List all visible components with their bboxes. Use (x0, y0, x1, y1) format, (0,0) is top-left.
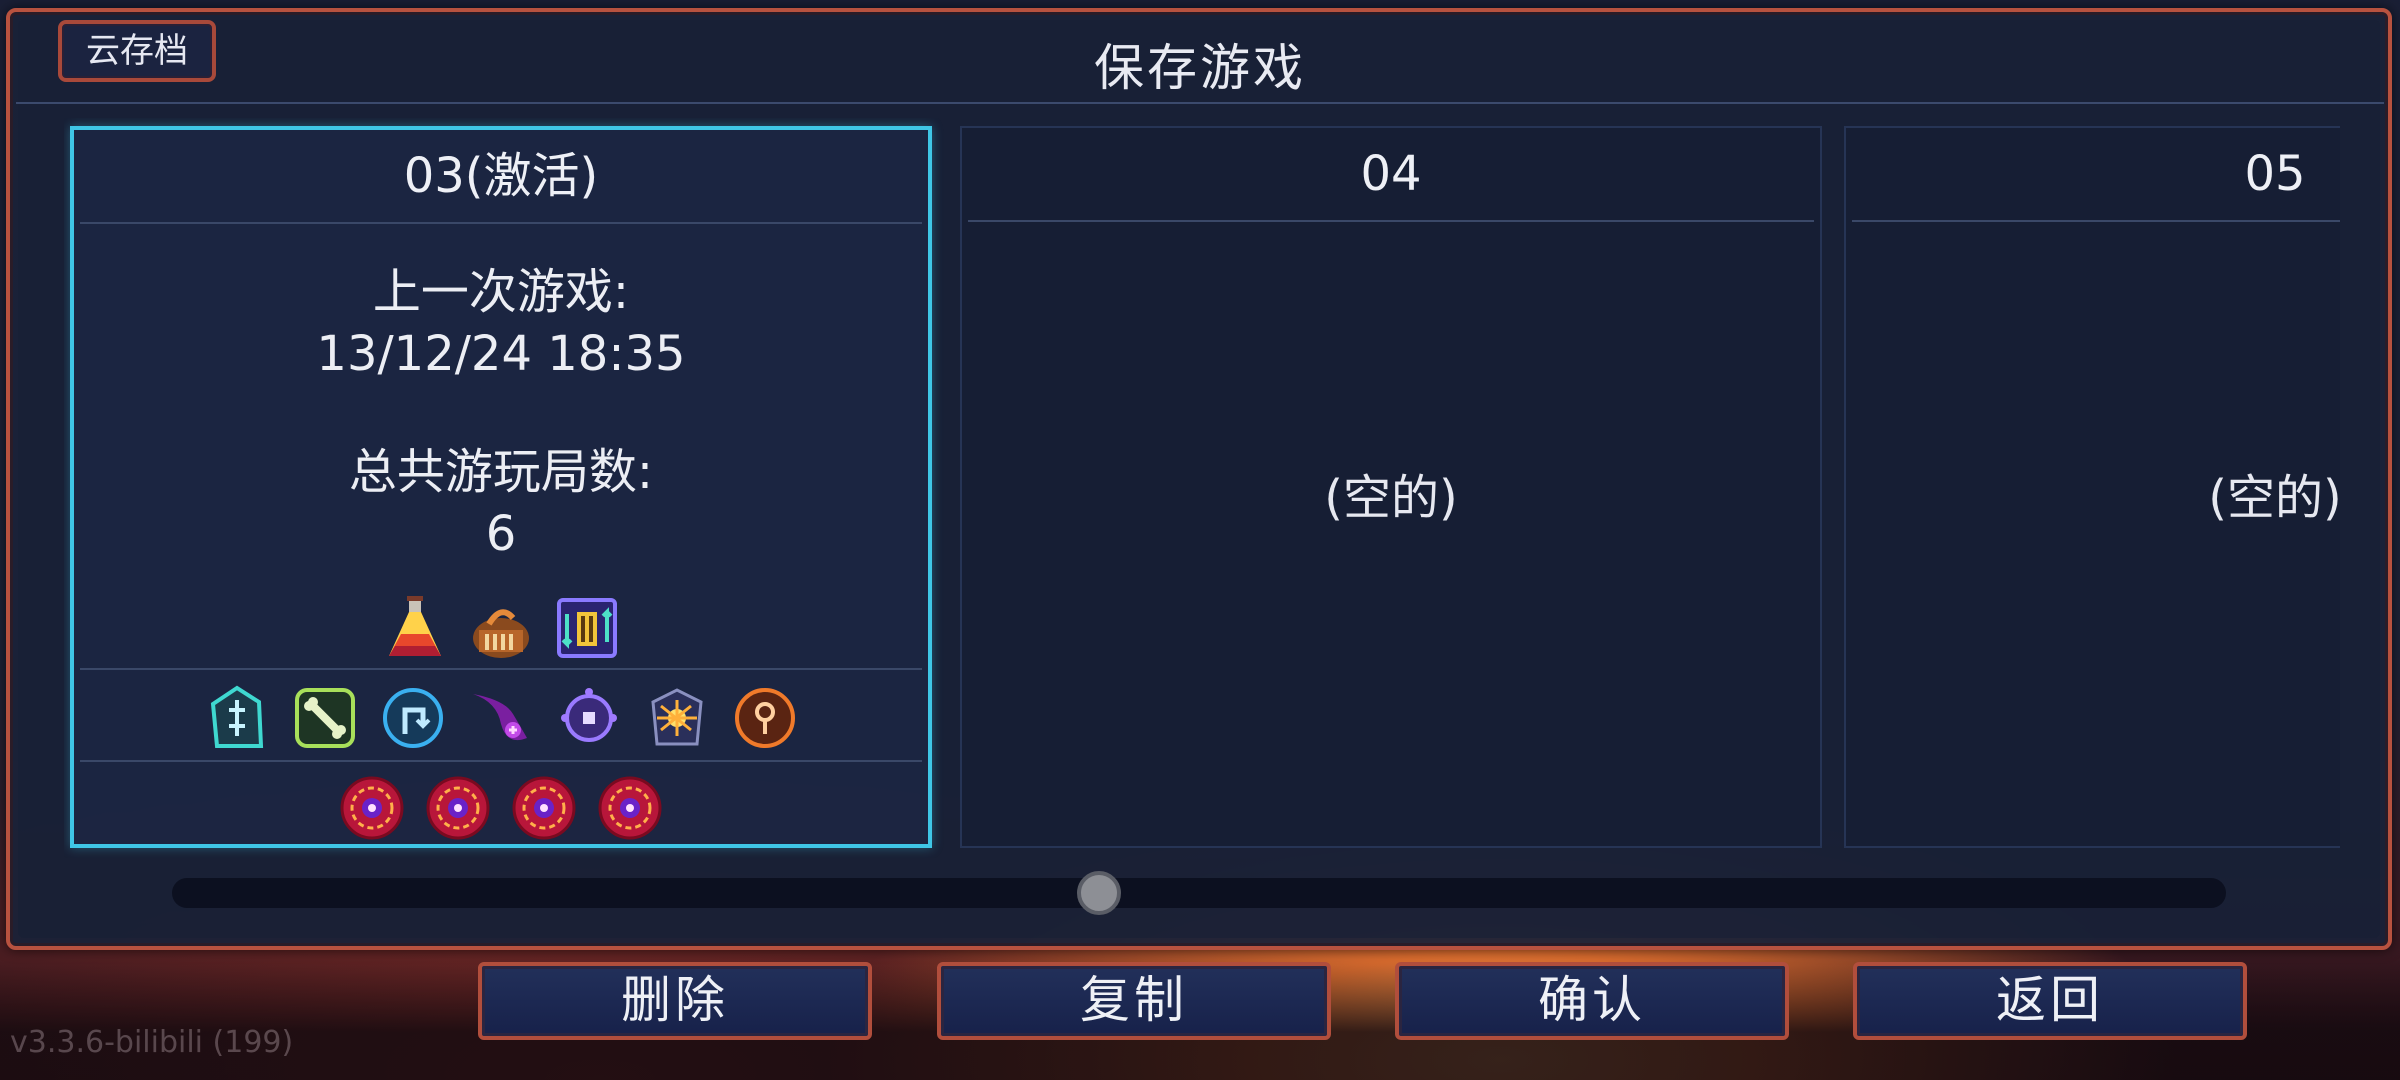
items-divider (80, 668, 922, 670)
mutation-icon-row (74, 684, 928, 752)
teal-rune-icon (203, 684, 271, 752)
last-played-value: 13/12/24 18:35 (316, 326, 686, 382)
delete-button[interactable]: 删除 (478, 962, 872, 1040)
total-runs-value: 6 (485, 506, 517, 562)
confirm-button[interactable]: 确认 (1395, 962, 1789, 1040)
slot-title: 03(激活) (403, 148, 599, 204)
slot-title-divider (968, 220, 1814, 222)
last-played-label: 上一次游戏: (372, 264, 630, 320)
eye-orb-icon (555, 684, 623, 752)
slot-title: 05 (2244, 146, 2306, 202)
boss-cell-icon (596, 774, 664, 842)
save-slot-05[interactable]: 05 (空的) (1844, 126, 2340, 848)
copy-button[interactable]: 复制 (937, 962, 1331, 1040)
spider-icon (643, 684, 711, 752)
slot-empty-label: (空的) (1324, 470, 1458, 526)
treasure-chest-icon (467, 594, 535, 662)
slot-title-divider (1852, 220, 2340, 222)
bone-icon (291, 684, 359, 752)
slot-empty-label: (空的) (2208, 470, 2340, 526)
item-icon-row (74, 594, 928, 662)
teleport-rune-icon (379, 684, 447, 752)
slots-scrollbar-track[interactable] (172, 878, 2226, 908)
flask-icon (381, 594, 449, 662)
slot-title: 04 (1360, 146, 1422, 202)
total-runs-label: 总共游玩局数: (348, 444, 654, 500)
version-label: v3.3.6-bilibili (199) (10, 1025, 294, 1060)
slots-scrollbar-thumb[interactable] (1076, 871, 1121, 915)
scroll-upgrade-icon (553, 594, 621, 662)
orange-rune-icon (731, 684, 799, 752)
save-slot-03[interactable]: 03(激活) 上一次游戏: 13/12/24 18:35 总共游玩局数: 6 (70, 126, 932, 848)
save-slots-carousel: 03(激活) 上一次游戏: 13/12/24 18:35 总共游玩局数: 6 0… (64, 118, 2340, 858)
purple-tentacle-icon (467, 684, 535, 752)
mutations-divider (80, 760, 922, 762)
save-slot-04[interactable]: 04 (空的) (960, 126, 1822, 848)
boss-cell-row (74, 774, 928, 842)
boss-cell-icon (424, 774, 492, 842)
back-button[interactable]: 返回 (1853, 962, 2247, 1040)
title-divider (16, 102, 2384, 104)
boss-cell-icon (510, 774, 578, 842)
boss-cell-icon (338, 774, 406, 842)
page-title: 保存游戏 (1094, 39, 1306, 97)
cloud-save-button[interactable]: 云存档 (58, 20, 216, 82)
slot-title-divider (80, 222, 922, 224)
